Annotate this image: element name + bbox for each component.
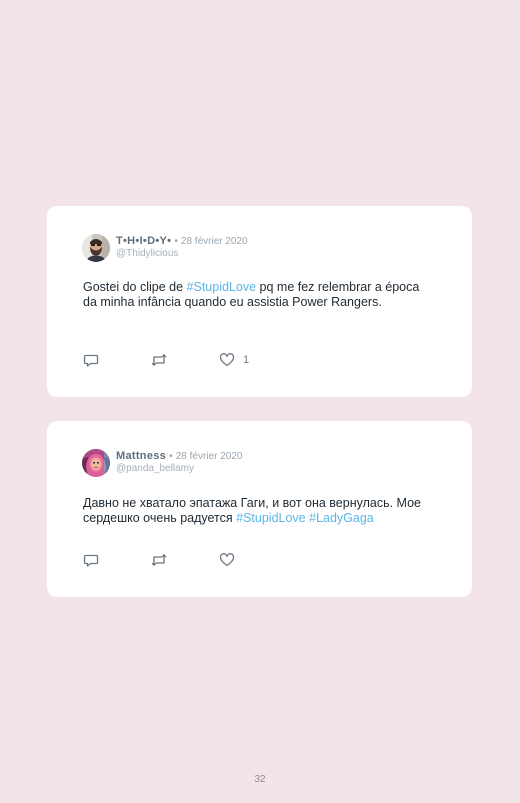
avatar[interactable] (82, 234, 110, 262)
retweet-icon (151, 354, 167, 366)
retweet-button[interactable] (150, 352, 168, 368)
like-button[interactable]: 1 (219, 352, 249, 368)
heart-icon (219, 553, 235, 567)
author-line: T•H•I•D•Y• • 28 février 2020 (116, 235, 248, 248)
like-button[interactable] (219, 552, 243, 568)
tweet-text: Давно не хватало эпатажа Гаги, и вот она… (83, 496, 433, 526)
separator: • (174, 236, 178, 247)
heart-icon (219, 353, 235, 367)
tweet-card: T•H•I•D•Y• • 28 février 2020 @Thidylicio… (47, 206, 472, 397)
hashtag-link[interactable]: #StupidLove (187, 280, 257, 294)
hashtag-link[interactable]: #StupidLove (236, 511, 306, 525)
like-count: 1 (243, 354, 250, 366)
retweet-button[interactable] (150, 552, 168, 568)
reply-icon (83, 354, 99, 367)
retweet-icon (151, 554, 167, 566)
text-segment: Gostei do clipe de (83, 280, 187, 294)
tweet-card: Mattness • 28 février 2020 @panda_bellam… (47, 421, 472, 597)
display-name[interactable]: Mattness (116, 450, 166, 462)
separator: • (169, 451, 173, 462)
avatar[interactable] (82, 449, 110, 477)
tweet-actions: 1 (83, 352, 383, 368)
tweet-actions (83, 552, 383, 568)
tweet-text: Gostei do clipe de #StupidLove pq me fez… (83, 280, 433, 310)
reply-button[interactable] (83, 552, 99, 568)
hashtag-link[interactable]: #LadyGaga (309, 511, 374, 525)
tweet-date[interactable]: 28 février 2020 (181, 236, 248, 247)
reply-icon (83, 554, 99, 567)
bearded-man-avatar-icon (82, 234, 110, 262)
user-handle[interactable]: @panda_bellamy (116, 463, 194, 475)
page-number: 32 (254, 774, 266, 785)
author-line: Mattness • 28 février 2020 (116, 450, 242, 463)
reply-button[interactable] (83, 352, 99, 368)
pink-hair-avatar-icon (82, 449, 110, 477)
tweet-date[interactable]: 28 février 2020 (176, 451, 243, 462)
display-name[interactable]: T•H•I•D•Y• (116, 235, 171, 247)
user-handle[interactable]: @Thidylicious (116, 248, 178, 260)
